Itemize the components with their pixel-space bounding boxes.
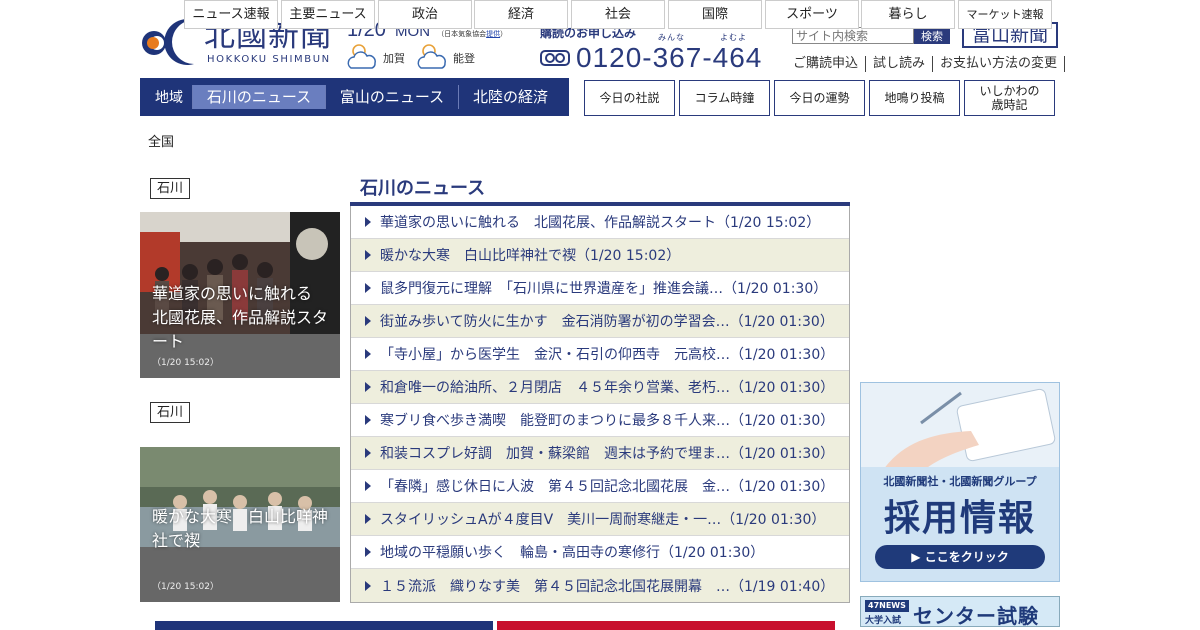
news-headline: 華道家の思いに触れる 北國花展、作品解説スタート（1/20 15:02） [380,215,821,231]
recruit-title: 採用情報 [883,498,1036,539]
region-label: 地域 [155,90,183,106]
link-trial[interactable]: 試し読み [866,56,934,72]
news-section-title: 石川のニュース [360,178,486,199]
region-nav: 地域 石川のニュース 富山のニュース 北陸の経済 [140,78,569,116]
news-headline: 街並み歩いて防火に生かす 金石消防署が初の学習会…（1/20 01:30） [380,314,834,330]
weather-source-suffix: ） [500,30,508,38]
subscribe-phone[interactable]: 購読のお申し込み みんな よむよ 0120-367-464 [540,24,780,76]
exam-news-tag: 47NEWS [865,600,909,612]
link-payment-change[interactable]: お支払い方法の変更 [933,56,1066,72]
list-item[interactable]: 鼠多門復元に理解 「石川県に世界遺産を」推進会議…（1/20 01:30） [351,272,849,305]
weather-area-label: 加賀 [383,52,405,65]
site-search: 検索 [792,27,950,44]
news-headline: スタイリッシュAが４度目V 美川一周耐寒継走・一…（1/20 01:30） [380,512,826,528]
feature-editorial[interactable]: 今日の社説 [584,80,675,116]
weather-source-link[interactable]: 提供 [486,30,500,38]
arrow-right-icon [365,514,371,524]
feature-reader-posts[interactable]: 地鳴り投稿 [869,80,960,116]
photo-caption: 華道家の思いに触れる 北國花展、作品解説スタート [152,284,329,351]
list-item[interactable]: 「寺小屋」から医学生 金沢・石引の仰西寺 元高校…（1/20 01:30） [351,338,849,371]
search-input[interactable] [792,27,914,44]
list-item[interactable]: スタイリッシュAが４度目V 美川一周耐寒継走・一…（1/20 01:30） [351,503,849,536]
weather-noto[interactable]: 能登 [417,42,475,72]
bottom-banner-left[interactable] [155,621,493,630]
arrow-right-icon [365,250,371,260]
news-headline: 地域の平穏願い歩く 輪島・高田寺の寒修行（1/20 01:30） [380,545,765,561]
category-sports[interactable]: スポーツ [765,0,859,29]
cloudy-sun-icon [417,44,446,69]
search-button[interactable]: 検索 [914,27,950,44]
news-headline: 鼠多門復元に理解 「石川県に世界遺産を」推進会議…（1/20 01:30） [380,281,828,297]
feature-fortune[interactable]: 今日の運勢 [774,80,865,116]
news-list: 華道家の思いに触れる 北國花展、作品解説スタート（1/20 15:02） 暖かな… [350,206,850,603]
center-exam-banner[interactable]: 47NEWS 大学入試 センター試験特集 [860,596,1060,627]
feature-column[interactable]: コラム時鐘 [679,80,770,116]
photo-time: （1/20 15:02） [152,582,220,592]
arrow-right-icon [365,547,371,557]
category-living[interactable]: 暮らし [861,0,955,29]
hand-tablet-illustration [861,383,1059,473]
subscription-links: ご購読申込 試し読み お支払い方法の変更 [786,56,1066,72]
list-item[interactable]: 暖かな大寒 白山比咩神社で禊（1/20 15:02） [351,239,849,272]
news-headline: 「寺小屋」から医学生 金沢・石引の仰西寺 元高校…（1/20 01:30） [380,347,835,363]
category-market[interactable]: マーケット速報 [958,0,1052,29]
category-top[interactable]: 主要ニュース [281,0,375,29]
arrow-right-icon [365,217,371,227]
category-politics[interactable]: 政治 [378,0,472,29]
recruit-company: 北國新聞社・北國新聞グループ [883,475,1037,488]
weather-source-prefix: （日本気象協会 [437,30,487,38]
list-item[interactable]: 地域の平穏願い歩く 輪島・高田寺の寒修行（1/20 01:30） [351,536,849,569]
weather-area-label: 能登 [453,52,475,65]
arrow-right-icon [365,382,371,392]
category-breaking[interactable]: ニュース速報 [184,0,278,29]
feature-seasonal[interactable]: いしかわの 歳時記 [964,80,1055,116]
news-headline: 和倉唯一の給油所、２月閉店 ４５年余り営業、老朽…（1/20 01:30） [380,380,835,396]
arrow-right-icon [365,481,371,491]
arrow-right-icon [365,316,371,326]
phone-number: 0120-367-464 [576,42,763,73]
arrow-right-icon [365,415,371,425]
tab-ishikawa-news[interactable]: 石川のニュース [192,85,325,109]
list-item[interactable]: 寒ブリ食べ歩き満喫 能登町のまつりに最多８千人来…（1/20 01:30） [351,404,849,437]
logo-roman: HOKKOKU SHIMBUN [207,54,331,65]
arrow-right-icon [365,283,371,293]
recruit-banner[interactable]: 北國新聞社・北國新聞グループ 採用情報 ▶ ここをクリック [860,382,1060,582]
list-item[interactable]: 街並み歩いて防火に生かす 金石消防署が初の学習会…（1/20 01:30） [351,305,849,338]
list-item[interactable]: 華道家の思いに触れる 北國花展、作品解説スタート（1/20 15:02） [351,206,849,239]
link-subscribe[interactable]: ご購読申込 [786,56,867,72]
photo-card[interactable]: 暖かな大寒 白山比咩神社で禊 （1/20 15:02） [140,447,340,602]
recruit-click-button[interactable]: ▶ ここをクリック [875,545,1045,569]
category-international[interactable]: 国際 [668,0,762,29]
list-item[interactable]: 和倉唯一の給油所、２月閉店 ４５年余り営業、老朽…（1/20 01:30） [351,371,849,404]
list-item[interactable]: 「春隣」感じ休日に人波 第４５回記念北國花展 金…（1/20 01:30） [351,470,849,503]
list-item[interactable]: 和装コスプレ好調 加賀・蘇梁館 週末は予約で埋ま…（1/20 01:30） [351,437,849,470]
cloudy-sun-icon [347,44,376,69]
news-headline: 寒ブリ食べ歩き満喫 能登町のまつりに最多８千人来…（1/20 01:30） [380,413,835,429]
arrow-right-icon [365,448,371,458]
bottom-banner-right[interactable] [497,621,835,630]
photo-card[interactable]: 華道家の思いに触れる 北國花展、作品解説スタート （1/20 15:02） [140,212,340,378]
pref-tag: 石川 [150,402,191,423]
news-headline: 暖かな大寒 白山比咩神社で禊（1/20 15:02） [380,248,681,264]
category-all-label[interactable]: 全国 [140,128,182,157]
category-economy[interactable]: 経済 [474,0,568,29]
exam-title: センター試験特集 [913,604,1039,627]
tab-hokuriku-economy[interactable]: 北陸の経済 [458,85,562,109]
tab-toyama-news[interactable]: 富山のニュース [325,85,458,109]
weather-source: （日本気象協会提供） [437,30,507,38]
category-society[interactable]: 社会 [571,0,665,29]
arrow-right-icon [365,349,371,359]
news-headline: 「春隣」感じ休日に人波 第４５回記念北國花展 金…（1/20 01:30） [380,479,835,495]
news-headline: １５流派 織りなす美 第４５回記念北国花展開幕 …（1/19 01:40） [380,578,835,595]
arrow-right-icon [365,580,371,591]
news-headline: 和装コスプレ好調 加賀・蘇梁館 週末は予約で埋ま…（1/20 01:30） [380,446,835,462]
weather-kaga[interactable]: 加賀 [347,42,405,72]
pref-tag: 石川 [150,178,191,199]
photo-time: （1/20 15:02） [152,358,220,368]
photo-caption: 暖かな大寒 白山比咩神社で禊 [152,507,329,550]
list-item[interactable]: １５流派 織りなす美 第４５回記念北国花展開幕 …（1/19 01:40） [351,569,849,602]
freedial-icon [540,50,570,66]
exam-tag: 大学入試 [865,616,902,626]
